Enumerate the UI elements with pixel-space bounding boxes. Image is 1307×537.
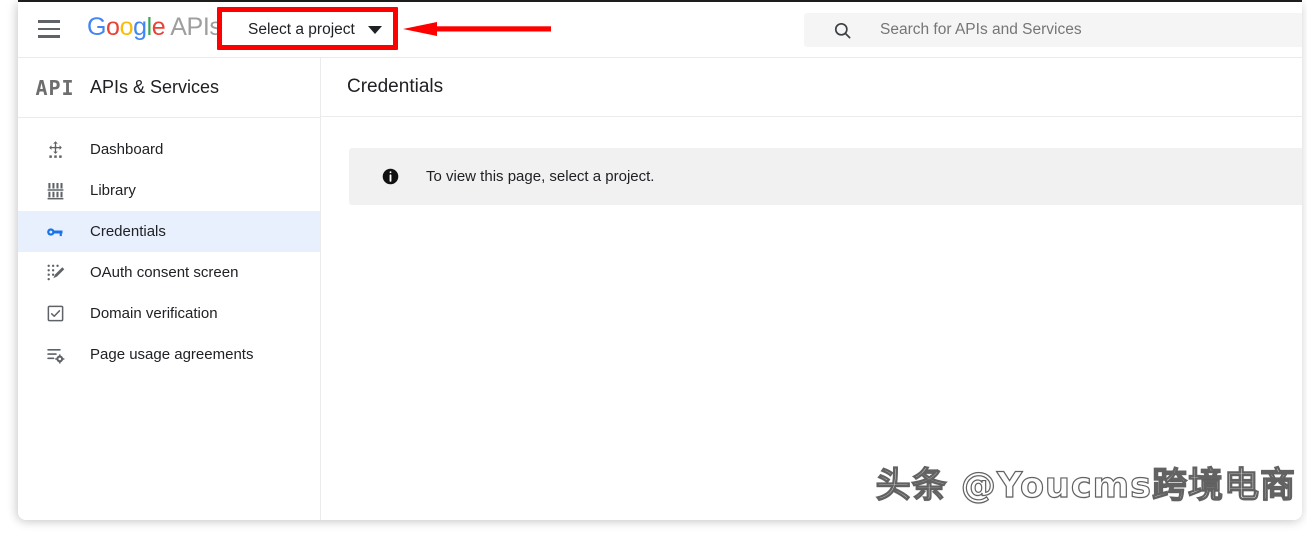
info-icon (382, 168, 399, 185)
dashboard-icon (32, 140, 78, 159)
sidebar-item-label: Dashboard (90, 141, 164, 158)
top-bar: Google APIs Select a project (18, 2, 1302, 58)
logo-letter-g2: g (133, 13, 147, 41)
sidebar: API APIs & Services Dashboard Library Cr… (18, 58, 321, 520)
project-selector-label: Select a project (248, 21, 355, 38)
browser-page: GoogleAPIs Select a project API (18, 2, 1302, 520)
oauth-consent-icon (32, 263, 78, 282)
list-settings-icon (32, 345, 78, 364)
sidebar-nav: Dashboard Library Credentials OAuth cons… (18, 118, 320, 375)
sidebar-item-label: Credentials (90, 223, 166, 240)
search-bar[interactable] (804, 13, 1302, 47)
logo-letter-e: e (151, 13, 166, 41)
logo-letter-o2: o (119, 13, 134, 41)
google-apis-logo[interactable]: Google APIs (87, 13, 222, 42)
info-banner-text: To view this page, select a project. (426, 168, 655, 185)
sidebar-item-page-usage-agreements[interactable]: Page usage agreements (18, 334, 320, 375)
sidebar-item-domain-verification[interactable]: Domain verification (18, 293, 320, 334)
sidebar-item-label: OAuth consent screen (90, 264, 239, 281)
screen-root: GoogleAPIs Select a project API (0, 0, 1307, 537)
hamburger-line (38, 27, 60, 30)
sidebar-item-label: Library (90, 182, 136, 199)
watermark: 头条 @Youcms跨境电商 (875, 465, 1296, 506)
chevron-down-icon (367, 26, 382, 34)
info-banner: To view this page, select a project. (349, 148, 1302, 205)
sidebar-title: APIs & Services (90, 77, 220, 97)
sidebar-item-library[interactable]: Library (18, 170, 320, 211)
sidebar-item-credentials[interactable]: Credentials (18, 211, 320, 252)
hamburger-line (38, 20, 60, 23)
logo-suffix-apis: APIs (170, 13, 222, 41)
main-content: Credentials To view this page, select a … (321, 58, 1302, 520)
page-header: Credentials (321, 58, 1302, 117)
library-icon (32, 181, 78, 200)
sidebar-item-dashboard[interactable]: Dashboard (18, 129, 320, 170)
logo-letter-g1: G (87, 13, 107, 41)
hamburger-menu-icon[interactable] (36, 18, 66, 44)
sidebar-item-label: Domain verification (90, 305, 218, 322)
sidebar-header: API APIs & Services (18, 58, 320, 118)
search-input[interactable] (880, 21, 1290, 39)
sidebar-item-label: Page usage agreements (90, 346, 254, 363)
checkbox-check-icon (32, 304, 78, 323)
page-title: Credentials (347, 76, 444, 97)
hamburger-line (38, 35, 60, 38)
project-selector-button[interactable]: Select a project (244, 17, 385, 43)
sidebar-item-oauth-consent-screen[interactable]: OAuth consent screen (18, 252, 320, 293)
api-logo: API (35, 75, 75, 100)
key-icon (32, 222, 78, 242)
search-icon (833, 21, 852, 40)
logo-letter-o1: o (106, 13, 120, 41)
